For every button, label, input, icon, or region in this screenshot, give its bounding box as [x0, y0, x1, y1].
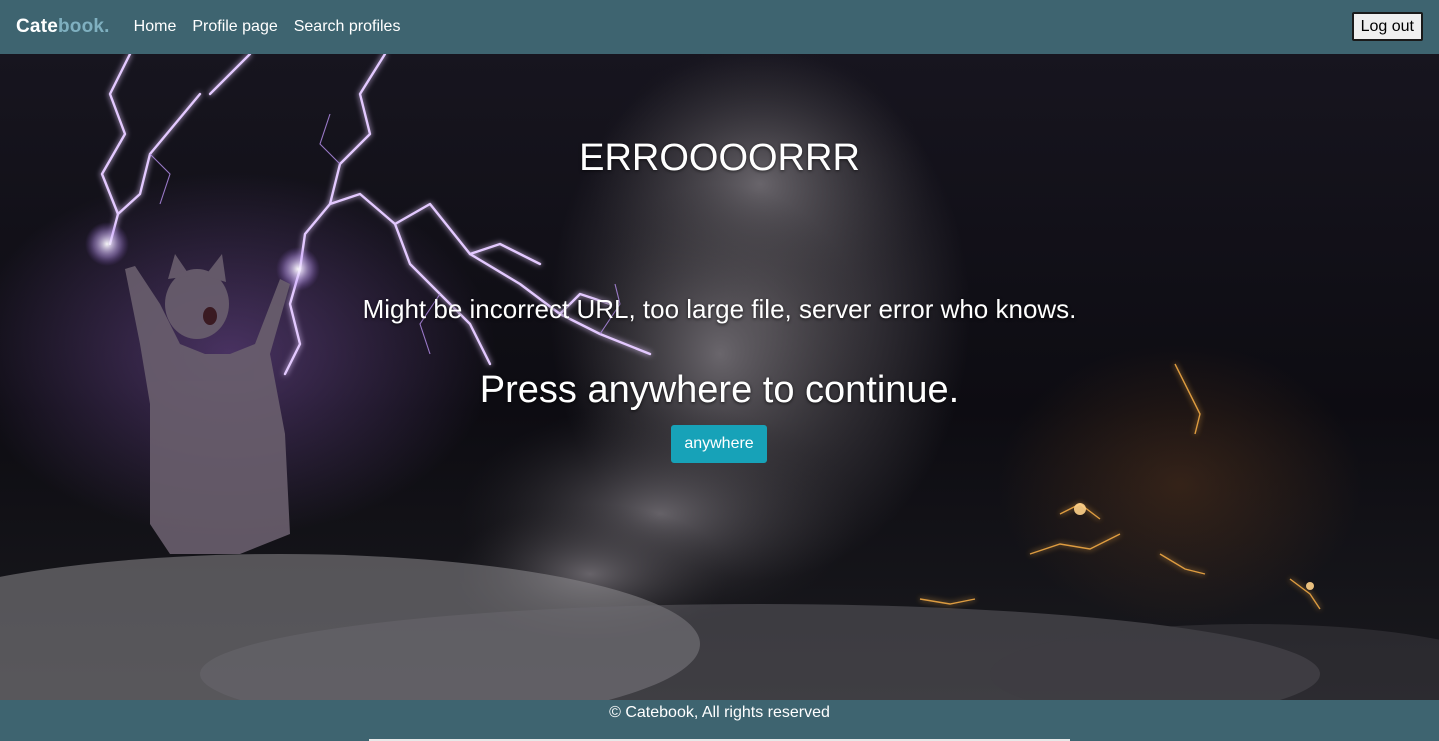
navbar: Catebook. Home Profile page Search profi… — [0, 0, 1439, 54]
hero-content: ERROOOORRR Might be incorrect URL, too l… — [0, 54, 1439, 700]
error-title: ERROOOORRR — [579, 137, 860, 179]
logout-button[interactable]: Log out — [1351, 12, 1423, 41]
error-message: Might be incorrect URL, too large file, … — [362, 294, 1077, 324]
nav-link-search-profiles[interactable]: Search profiles — [294, 18, 401, 36]
nav-link-home[interactable]: Home — [134, 18, 177, 36]
footer: © Catebook, All rights reserved — [0, 700, 1439, 741]
nav-link-profile-page[interactable]: Profile page — [192, 18, 277, 36]
footer-copyright: © Catebook, All rights reserved — [609, 704, 830, 721]
brand-accent: book. — [57, 16, 110, 37]
brand-main: Cate — [16, 16, 58, 37]
brand-logo[interactable]: Catebook. — [16, 16, 110, 38]
anywhere-button[interactable]: anywhere — [671, 425, 767, 463]
error-hero[interactable]: ERROOOORRR Might be incorrect URL, too l… — [0, 54, 1439, 700]
press-anywhere-text: Press anywhere to continue. — [479, 369, 960, 411]
